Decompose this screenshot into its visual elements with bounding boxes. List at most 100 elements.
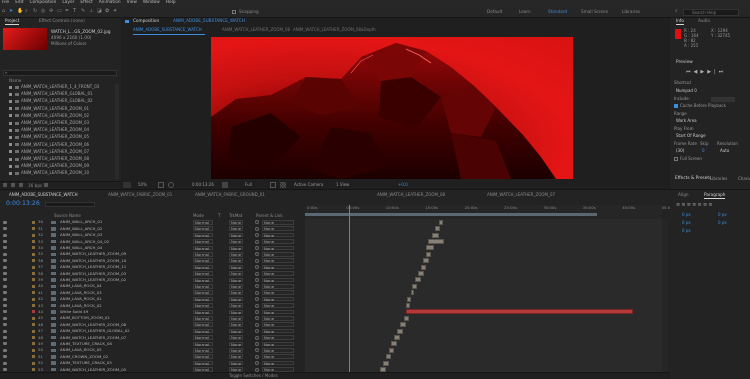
layer-duration-bar[interactable] (427, 238, 445, 244)
bpc-label[interactable]: 16 bpc (28, 183, 42, 188)
parent-header[interactable]: Parent & Link (256, 214, 283, 218)
layer-name[interactable]: ANIM_WALL_ARCH_04_02 (60, 239, 109, 244)
layer-name[interactable]: ANIM_LAVA_ROCK_05 (60, 348, 102, 352)
type-tool-icon[interactable]: T (73, 9, 78, 15)
pick-whip-icon[interactable] (255, 233, 259, 238)
eye-icon[interactable] (3, 297, 7, 301)
mode-select[interactable]: Normal (193, 316, 213, 321)
layer-name[interactable]: ANIM_WATCH_LEATHER_ZOOM_10 (60, 258, 126, 263)
eye-icon[interactable] (3, 342, 7, 346)
layer-name[interactable]: ANIM_WATCH_LEATHER_ZOOM_11 (60, 265, 126, 269)
parent-select[interactable]: None (262, 245, 294, 251)
composition-viewer-image[interactable] (211, 37, 573, 179)
layer-duration-bar[interactable] (407, 296, 412, 302)
trkmat-select[interactable]: None (229, 309, 243, 315)
label-color[interactable] (32, 240, 35, 244)
timeline-tab-leather-zoom08[interactable]: ANIM_WATCH_LEATHER_ZOOM_08 (377, 193, 445, 197)
resolution-select[interactable]: Auto (720, 149, 729, 153)
project-item[interactable]: ANIM_WATCH_LEATHER_ZOOM_04 (0, 127, 116, 133)
frame-rate-select[interactable]: (30) (676, 149, 684, 153)
trkmat-select[interactable]: None (229, 335, 243, 340)
layer-duration-bar[interactable] (412, 283, 418, 289)
project-item[interactable]: ANIM_WATCH_LEATHER_ZOOM_08 (0, 156, 116, 162)
menu-file[interactable]: File (2, 1, 9, 6)
mode-select[interactable]: Normal (193, 341, 213, 347)
eye-icon[interactable] (3, 278, 7, 282)
search-help-input[interactable]: Search Help (683, 9, 739, 16)
trkmat-select[interactable]: None (229, 284, 243, 289)
pick-whip-icon[interactable] (255, 290, 259, 295)
timeline-current-time[interactable]: 0:00:13:26 (6, 200, 40, 207)
parent-select[interactable]: None (262, 232, 294, 238)
hand-tool-icon[interactable]: ✋ (17, 9, 23, 15)
mode-select[interactable]: Normal (193, 328, 213, 334)
trkmat-select[interactable]: None (229, 348, 243, 353)
trkmat-header[interactable]: TrkMat (229, 214, 242, 218)
eye-icon[interactable] (3, 355, 7, 359)
label-color[interactable] (32, 355, 35, 359)
skip-value[interactable]: 0 (702, 149, 705, 153)
range-select[interactable]: Work Area (676, 119, 697, 123)
menu-layer[interactable]: Layer (62, 1, 74, 6)
eye-icon[interactable] (3, 259, 7, 263)
parent-select[interactable]: None (262, 239, 294, 244)
project-item[interactable]: ANIM_WATCH_LEATHER_ZOOM_10 (0, 170, 116, 176)
eye-icon[interactable] (3, 336, 7, 340)
parent-select[interactable]: None (262, 322, 294, 328)
pick-whip-icon[interactable] (255, 335, 259, 340)
label-color[interactable] (32, 246, 35, 250)
label-color[interactable] (32, 272, 35, 276)
timeline-scrollbar[interactable] (662, 219, 668, 372)
lock-icon[interactable] (125, 20, 129, 23)
project-item[interactable]: ANIM_WATCH_LEATHER_ZOOM_07 (0, 149, 116, 155)
trkmat-select[interactable]: None (229, 239, 243, 244)
trkmat-select[interactable]: None (229, 264, 243, 270)
pick-whip-icon[interactable] (255, 245, 259, 250)
project-item[interactable]: ANIM_WATCH_LEATHER_ZOOM_06 (0, 142, 116, 148)
timeline-tab-fabric-ground[interactable]: ANIM_WATCH_FABRIC_GROUND_01 (195, 193, 265, 197)
trkmat-select[interactable]: None (229, 303, 243, 308)
camera-tool-icon[interactable]: ◎ (41, 9, 46, 15)
layer-name[interactable]: ANIM_WATCH_LEATHER_ZOOM_03 (60, 271, 126, 276)
trkmat-select[interactable]: None (229, 360, 243, 366)
mode-select[interactable]: Normal (193, 232, 213, 238)
pick-whip-icon[interactable] (255, 284, 259, 289)
layer-name[interactable]: ANIM_WALL_ARCH_02 (60, 226, 102, 231)
label-color[interactable] (32, 220, 35, 224)
interpret-footage-icon[interactable] (3, 183, 7, 187)
mode-select[interactable]: Normal (193, 239, 213, 244)
layer-name[interactable]: ANIM_WALL_ARCH_01 (60, 220, 102, 224)
exposure-value[interactable]: +0.0 (398, 183, 408, 187)
layer-duration-bar[interactable] (382, 360, 389, 366)
label-color[interactable] (32, 297, 35, 301)
viewer-tab-main[interactable]: ANIM_ADOBE_SUBSTANCE_WATCH (133, 28, 202, 32)
layer-duration-bar[interactable] (417, 270, 424, 276)
project-name-header[interactable]: Name (9, 78, 21, 83)
mode-select[interactable]: Normal (193, 226, 213, 232)
trash-icon[interactable] (44, 183, 48, 187)
trkmat-select[interactable]: None (229, 232, 243, 238)
label-color[interactable] (32, 265, 35, 269)
trkmat-select[interactable]: None (229, 341, 243, 347)
trkmat-select[interactable]: None (229, 354, 243, 360)
parent-select[interactable]: None (262, 258, 294, 264)
eye-icon[interactable] (3, 368, 7, 372)
parent-select[interactable]: None (262, 328, 294, 334)
pick-whip-icon[interactable] (255, 354, 259, 359)
pick-whip-icon[interactable] (255, 316, 259, 321)
eye-icon[interactable] (3, 284, 7, 288)
pick-whip-icon[interactable] (255, 322, 259, 327)
layer-name[interactable]: ANIM_LAVA_ROCK_03 (60, 290, 102, 295)
search-icon[interactable]: ⌕ (675, 9, 678, 14)
eye-icon[interactable] (3, 348, 7, 352)
layer-name[interactable]: ANIM_TEXTURE_CRACK_05 (60, 361, 112, 365)
pick-whip-icon[interactable] (255, 297, 259, 302)
parent-select[interactable]: None (262, 264, 294, 270)
libraries-tab[interactable]: Libraries (710, 177, 727, 181)
layer-duration-bar[interactable] (425, 251, 431, 257)
composition-panel-name[interactable]: ANIM_ADOBE_SUBSTANCE_WATCH (173, 18, 245, 23)
label-color[interactable] (32, 310, 35, 314)
pick-whip-icon[interactable] (255, 309, 259, 314)
layer-name[interactable]: ANIM_LAVA_ROCK_01 (60, 297, 102, 301)
eraser-tool-icon[interactable]: ◪ (97, 9, 102, 15)
